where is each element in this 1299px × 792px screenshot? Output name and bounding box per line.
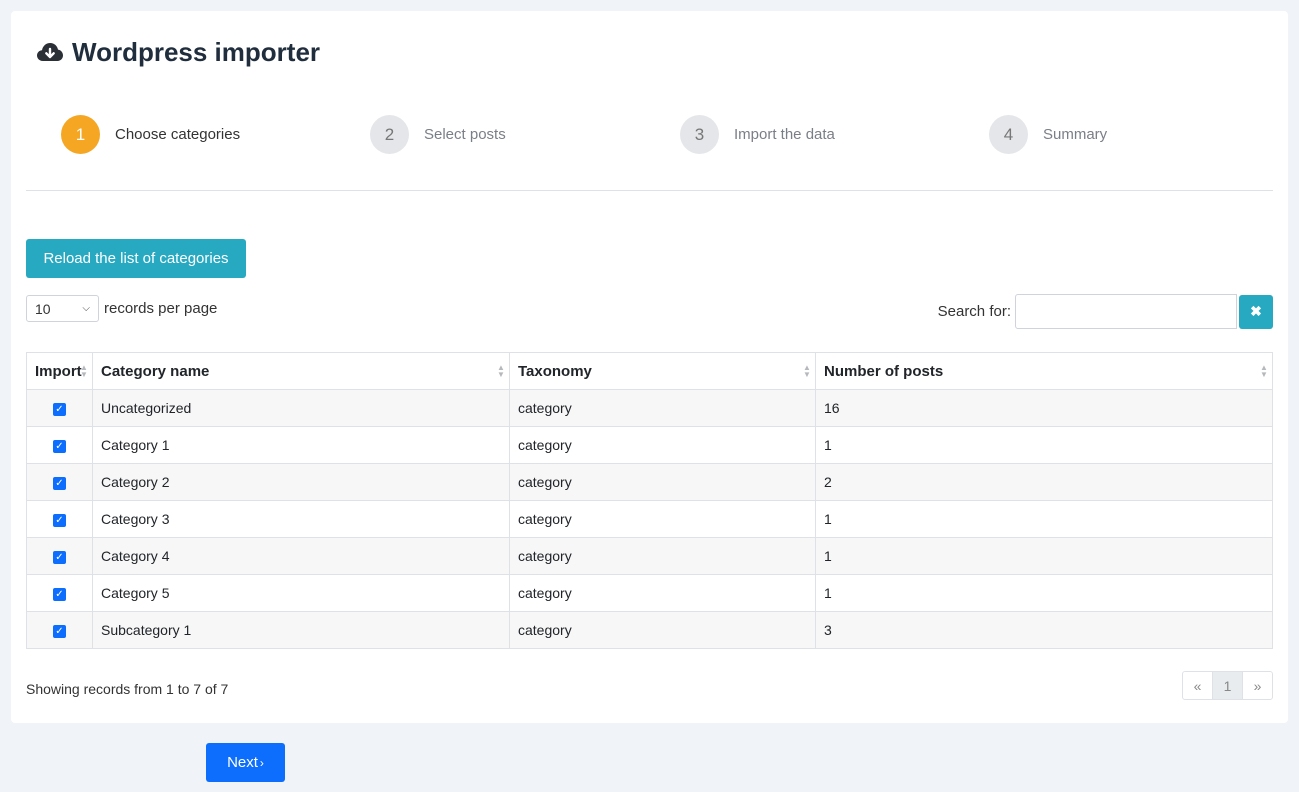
wizard-steps: 1 Choose categories 2 Select posts 3 Imp… bbox=[61, 115, 1299, 155]
chevron-down-icon: ⌵ bbox=[82, 303, 90, 314]
posts-count-cell: 1 bbox=[815, 537, 1273, 575]
step-summary[interactable]: 4 Summary bbox=[989, 115, 1107, 154]
column-header-taxonomy[interactable]: Taxonomy ▲ ▼ bbox=[509, 352, 816, 390]
reload-categories-button[interactable]: Reload the list of categories bbox=[26, 239, 246, 278]
category-name-cell: Subcategory 1 bbox=[92, 611, 510, 649]
chevron-right-icon: › bbox=[259, 755, 264, 770]
per-page-label: records per page bbox=[104, 300, 218, 317]
taxonomy-cell: category bbox=[509, 463, 816, 501]
taxonomy-cell: category bbox=[509, 611, 816, 649]
clear-search-button[interactable]: ✖ bbox=[1239, 294, 1273, 329]
pagination-page[interactable]: 1 bbox=[1212, 671, 1243, 700]
categories-table: Import ▲ ▼ Category name ▲ ▼ Taxonomy ▲ ▼ Numb… bbox=[26, 352, 1273, 649]
import-checkbox[interactable]: ✓ bbox=[53, 513, 66, 527]
step-number: 4 bbox=[989, 115, 1028, 154]
posts-count-cell: 2 bbox=[815, 463, 1273, 501]
table-row: ✓ Category 4 category 1 bbox=[26, 537, 1273, 575]
taxonomy-cell: category bbox=[509, 574, 816, 612]
import-cell: ✓ bbox=[26, 500, 93, 538]
sort-icon: ▲ ▼ bbox=[1260, 363, 1268, 379]
header-label: Number of posts bbox=[824, 362, 944, 380]
category-name-cell: Category 5 bbox=[92, 574, 510, 612]
import-checkbox[interactable]: ✓ bbox=[53, 476, 66, 490]
posts-count-cell: 1 bbox=[815, 426, 1273, 464]
page-title: Wordpress importer bbox=[72, 37, 321, 67]
column-header-number-of-posts[interactable]: Number of posts ▲ ▼ bbox=[815, 352, 1273, 390]
search-label: Search for: bbox=[937, 303, 1011, 320]
header-label: Import bbox=[35, 362, 82, 380]
posts-count-cell: 1 bbox=[815, 500, 1273, 538]
column-header-import[interactable]: Import ▲ ▼ bbox=[26, 352, 93, 390]
search-box: Search for: ✖ bbox=[938, 294, 1273, 329]
step-label: Select posts bbox=[424, 126, 506, 143]
category-name-cell: Category 4 bbox=[92, 537, 510, 575]
table-row: ✓ Category 5 category 1 bbox=[26, 574, 1273, 612]
next-button[interactable]: Next › bbox=[206, 743, 285, 782]
import-cell: ✓ bbox=[26, 611, 93, 649]
taxonomy-cell: category bbox=[509, 500, 816, 538]
step-label: Import the data bbox=[734, 126, 835, 143]
step-choose-categories[interactable]: 1 Choose categories bbox=[61, 115, 240, 154]
step-number: 1 bbox=[61, 115, 100, 154]
import-cell: ✓ bbox=[26, 537, 93, 575]
records-per-page: 10 ⌵ records per page bbox=[26, 295, 217, 322]
import-cell: ✓ bbox=[26, 463, 93, 501]
table-header-row: Import ▲ ▼ Category name ▲ ▼ Taxonomy ▲ ▼ Numb… bbox=[26, 352, 1273, 390]
pagination: « 1 » bbox=[1182, 671, 1273, 700]
category-name-cell: Uncategorized bbox=[92, 389, 510, 427]
table-row: ✓ Category 1 category 1 bbox=[26, 426, 1273, 464]
steps-divider bbox=[26, 190, 1273, 191]
per-page-value: 10 bbox=[35, 300, 51, 317]
header-label: Category name bbox=[101, 362, 210, 380]
import-cell: ✓ bbox=[26, 574, 93, 612]
category-name-cell: Category 2 bbox=[92, 463, 510, 501]
table-row: ✓ Uncategorized category 16 bbox=[26, 389, 1273, 427]
search-input[interactable] bbox=[1015, 294, 1237, 329]
sort-icon: ▲ ▼ bbox=[497, 363, 505, 379]
pagination-next[interactable]: » bbox=[1242, 671, 1273, 700]
import-checkbox[interactable]: ✓ bbox=[53, 402, 66, 416]
per-page-select[interactable]: 10 ⌵ bbox=[26, 295, 99, 322]
taxonomy-cell: category bbox=[509, 537, 816, 575]
step-number: 2 bbox=[370, 115, 409, 154]
page-header: Wordpress importer bbox=[36, 37, 320, 68]
records-info: Showing records from 1 to 7 of 7 bbox=[26, 681, 229, 697]
step-label: Summary bbox=[1043, 126, 1108, 143]
category-name-cell: Category 1 bbox=[92, 426, 510, 464]
import-checkbox[interactable]: ✓ bbox=[53, 587, 66, 601]
posts-count-cell: 1 bbox=[815, 574, 1273, 612]
header-label: Taxonomy bbox=[518, 362, 592, 380]
import-checkbox[interactable]: ✓ bbox=[53, 550, 66, 564]
sort-icon: ▲ ▼ bbox=[803, 363, 811, 379]
import-checkbox[interactable]: ✓ bbox=[53, 624, 66, 638]
column-header-category-name[interactable]: Category name ▲ ▼ bbox=[92, 352, 510, 390]
import-cell: ✓ bbox=[26, 426, 93, 464]
cloud-download-icon bbox=[37, 42, 63, 61]
next-label: Next bbox=[227, 754, 258, 771]
step-select-posts[interactable]: 2 Select posts bbox=[370, 115, 506, 154]
posts-count-cell: 16 bbox=[815, 389, 1273, 427]
times-icon: ✖ bbox=[1250, 303, 1262, 319]
table-row: ✓ Category 2 category 2 bbox=[26, 463, 1273, 501]
category-name-cell: Category 3 bbox=[92, 500, 510, 538]
taxonomy-cell: category bbox=[509, 389, 816, 427]
step-number: 3 bbox=[680, 115, 719, 154]
pagination-prev[interactable]: « bbox=[1182, 671, 1213, 700]
import-checkbox[interactable]: ✓ bbox=[53, 439, 66, 453]
sort-icon: ▲ ▼ bbox=[80, 363, 88, 379]
table-row: ✓ Subcategory 1 category 3 bbox=[26, 611, 1273, 649]
table-row: ✓ Category 3 category 1 bbox=[26, 500, 1273, 538]
import-cell: ✓ bbox=[26, 389, 93, 427]
importer-card: Wordpress importer 1 Choose categories 2… bbox=[11, 11, 1288, 723]
step-import-data[interactable]: 3 Import the data bbox=[680, 115, 835, 154]
taxonomy-cell: category bbox=[509, 426, 816, 464]
posts-count-cell: 3 bbox=[815, 611, 1273, 649]
step-label: Choose categories bbox=[115, 126, 241, 143]
